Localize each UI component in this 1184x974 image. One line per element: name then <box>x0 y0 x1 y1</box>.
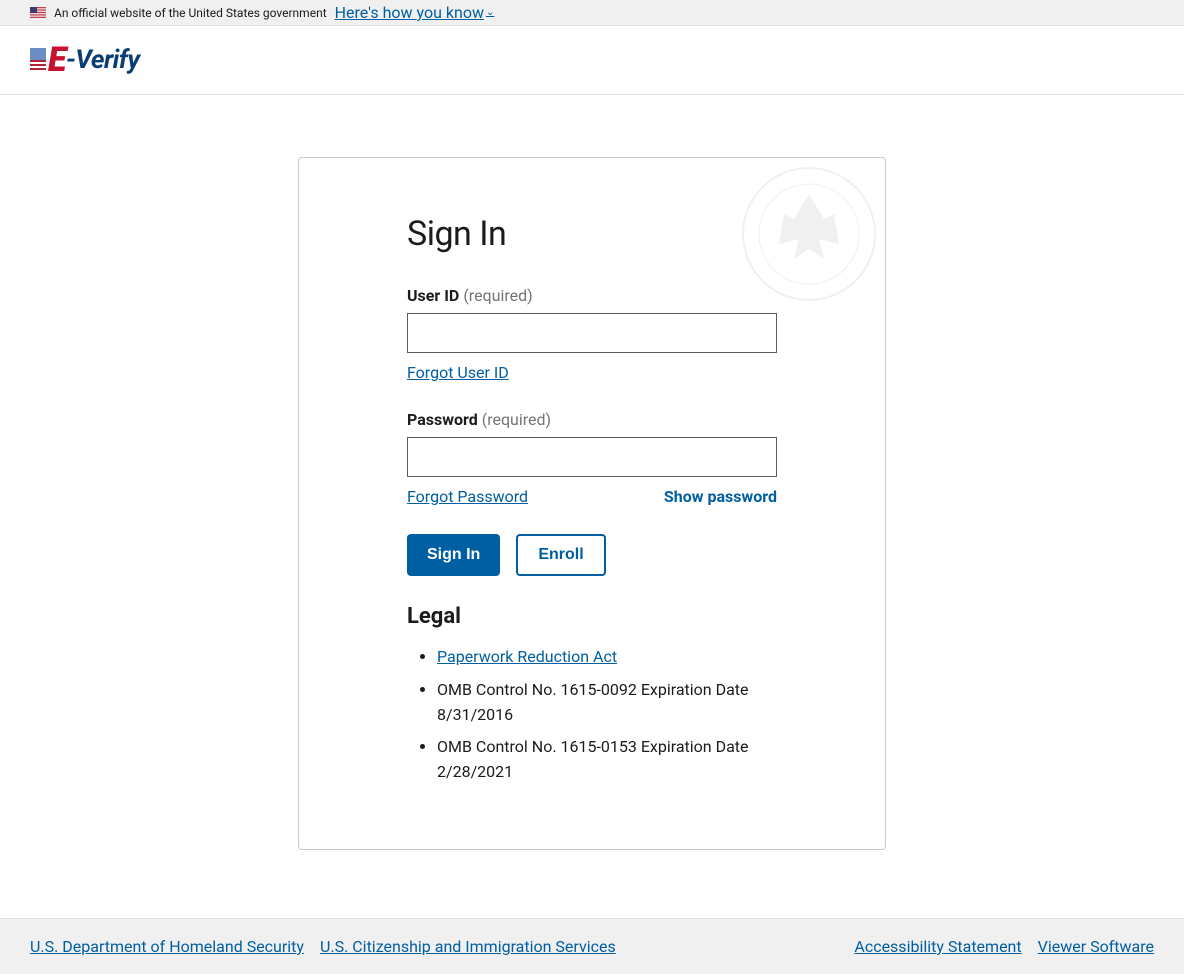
password-label: Password (required) <box>407 410 777 429</box>
list-item: OMB Control No. 1615-0092 Expiration Dat… <box>437 678 777 728</box>
password-required: (required) <box>482 410 551 429</box>
password-input[interactable] <box>407 437 777 477</box>
footer: U.S. Department of Homeland Security U.S… <box>0 918 1184 974</box>
logo-e: E <box>48 40 66 80</box>
enroll-button[interactable]: Enroll <box>516 534 605 576</box>
legal-section: Legal Paperwork Reduction Act OMB Contro… <box>407 604 777 785</box>
userid-label-text: User ID <box>407 286 459 305</box>
list-item: Paperwork Reduction Act <box>437 645 777 670</box>
gov-banner-link-text: Here's how you know <box>335 3 484 22</box>
header: E - Verify <box>0 26 1184 95</box>
uscis-link[interactable]: U.S. Citizenship and Immigration Service… <box>320 937 616 956</box>
legal-list: Paperwork Reduction Act OMB Control No. … <box>407 645 777 785</box>
userid-required: (required) <box>463 286 532 305</box>
dhs-seal-icon <box>739 164 879 304</box>
footer-left: U.S. Department of Homeland Security U.S… <box>30 937 616 956</box>
logo-flag-icon <box>30 48 46 72</box>
userid-input[interactable] <box>407 313 777 353</box>
password-label-text: Password <box>407 410 478 429</box>
gov-banner: An official website of the United States… <box>0 0 1184 26</box>
us-flag-icon <box>30 7 46 18</box>
page-title: Sign In <box>407 214 777 254</box>
forgot-password-link[interactable]: Forgot Password <box>407 487 528 506</box>
userid-field: User ID (required) Forgot User ID <box>407 286 777 382</box>
main: Sign In User ID (required) Forgot User I… <box>0 95 1184 890</box>
accessibility-link[interactable]: Accessibility Statement <box>854 937 1021 956</box>
show-password-button[interactable]: Show password <box>664 487 777 506</box>
dhs-link[interactable]: U.S. Department of Homeland Security <box>30 937 304 956</box>
logo-dash: - <box>66 45 75 75</box>
password-field: Password (required) Forgot Password Show… <box>407 410 777 506</box>
legal-heading: Legal <box>407 604 777 629</box>
forgot-userid-link[interactable]: Forgot User ID <box>407 363 509 382</box>
paperwork-reduction-link[interactable]: Paperwork Reduction Act <box>437 647 617 666</box>
chevron-down-icon: ⌄ <box>486 7 494 18</box>
signin-button[interactable]: Sign In <box>407 534 500 576</box>
signin-card: Sign In User ID (required) Forgot User I… <box>298 157 886 850</box>
everify-logo: E - Verify <box>30 40 140 80</box>
footer-right: Accessibility Statement Viewer Software <box>854 937 1154 956</box>
viewer-software-link[interactable]: Viewer Software <box>1038 937 1154 956</box>
gov-banner-text: An official website of the United States… <box>54 6 327 20</box>
button-row: Sign In Enroll <box>407 534 777 576</box>
gov-banner-link[interactable]: Here's how you know ⌄ <box>335 3 495 22</box>
userid-label: User ID (required) <box>407 286 777 305</box>
list-item: OMB Control No. 1615-0153 Expiration Dat… <box>437 735 777 785</box>
logo-rest: Verify <box>75 45 139 75</box>
